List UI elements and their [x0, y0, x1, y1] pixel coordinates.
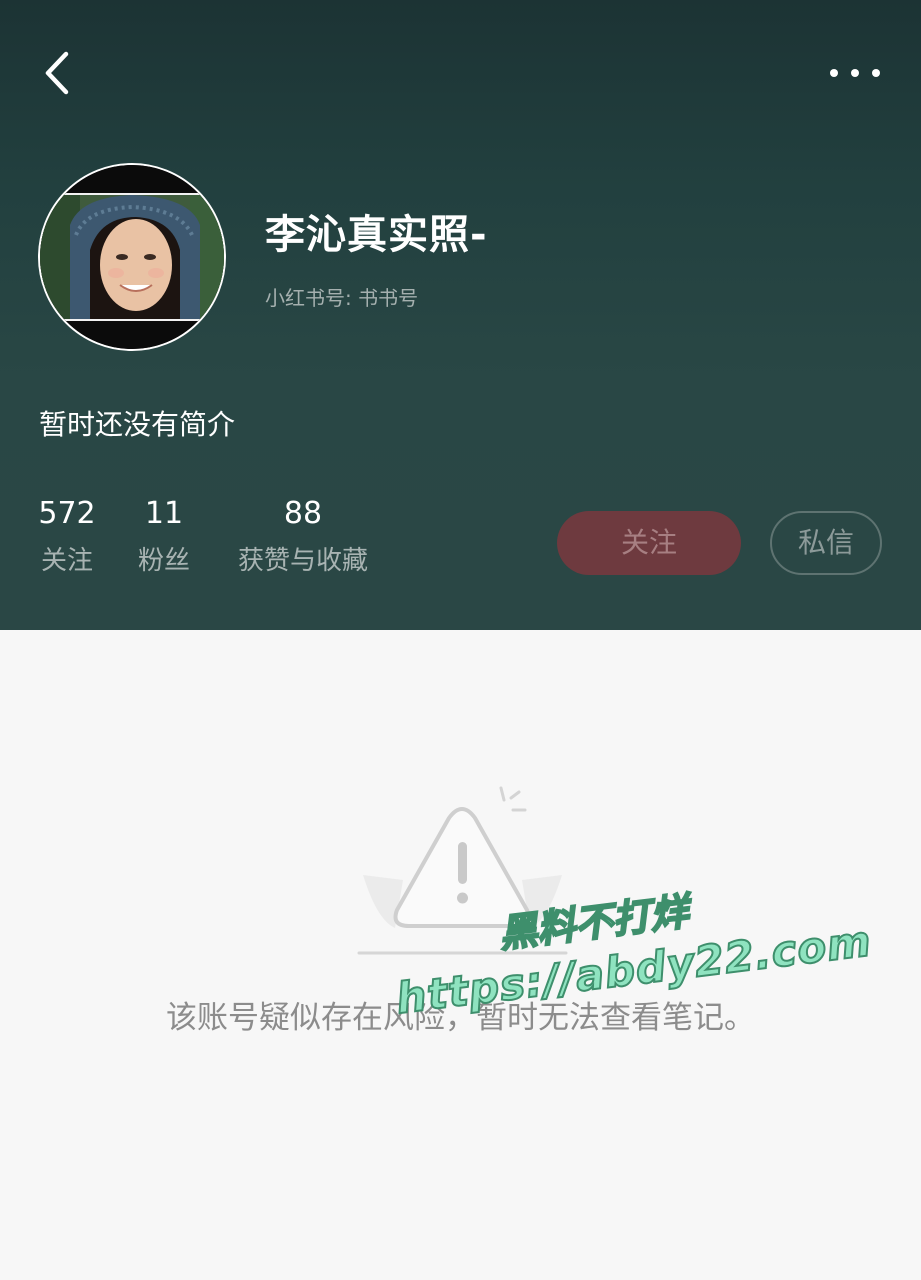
message-button[interactable]: 私信	[770, 511, 882, 575]
stat-fans[interactable]: 11 粉丝	[135, 495, 193, 579]
profile-header: 李沁真实照- 小红书号: 书书号 暂时还没有简介 572 关注 11 粉丝 88…	[0, 0, 921, 630]
stat-label: 获赞与收藏	[237, 546, 368, 576]
avatar[interactable]	[38, 163, 226, 351]
stat-following[interactable]: 572 关注	[38, 495, 96, 579]
back-button[interactable]	[36, 48, 86, 98]
profile-bio: 暂时还没有简介	[39, 408, 236, 441]
warning-triangle-icon	[357, 786, 568, 955]
warning-illustration	[355, 780, 570, 965]
profile-name: 李沁真实照-	[265, 212, 488, 258]
stat-likes-collects[interactable]: 88 获赞与收藏	[232, 495, 374, 579]
red-id: 小红书号: 书书号	[265, 286, 419, 310]
stat-value: 572	[38, 496, 96, 531]
more-dots-icon	[830, 69, 880, 77]
chevron-left-icon	[45, 51, 69, 95]
avatar-photo	[40, 165, 224, 349]
stat-label: 粉丝	[137, 546, 190, 576]
stat-value: 11	[144, 496, 184, 531]
stat-label: 关注	[40, 546, 93, 576]
risk-notice-text: 该账号疑似存在风险，暂时无法查看笔记。	[166, 1000, 755, 1036]
more-button[interactable]	[826, 58, 886, 88]
follow-button[interactable]: 关注	[557, 511, 741, 575]
stat-value: 88	[283, 496, 323, 531]
